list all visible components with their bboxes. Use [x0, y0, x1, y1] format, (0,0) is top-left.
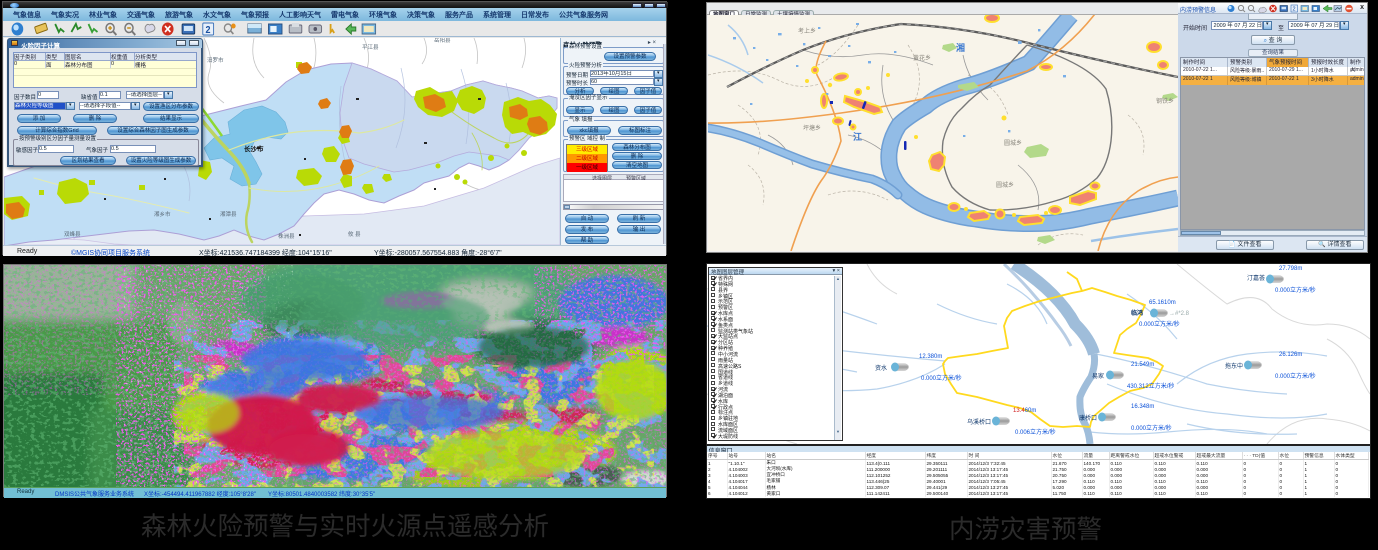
- svg-text:圆城乡: 圆城乡: [996, 182, 1014, 189]
- svg-text:坪塘乡: 坪塘乡: [803, 124, 821, 132]
- svg-text:0.000立方米/秒: 0.000立方米/秒: [921, 374, 962, 382]
- svg-text:长沙市: 长沙市: [244, 144, 264, 153]
- svg-text:汀嘉荟: 汀嘉荟: [1247, 274, 1265, 282]
- svg-text:汨罗市: 汨罗市: [207, 56, 224, 64]
- svg-text:65.1610m: 65.1610m: [1149, 300, 1176, 306]
- svg-text:0.000立方米/秒: 0.000立方米/秒: [1139, 320, 1180, 328]
- svg-text:16.348m: 16.348m: [1131, 404, 1154, 410]
- svg-text:乌溪桥口: 乌溪桥口: [967, 418, 991, 426]
- svg-text:平江县: 平江县: [362, 44, 379, 51]
- svg-text:拖东中: 拖东中: [1225, 362, 1243, 370]
- svg-text:0.000立方米/秒: 0.000立方米/秒: [1275, 372, 1316, 380]
- svg-text:康桥口: 康桥口: [1079, 414, 1097, 422]
- svg-text:2: 2: [1293, 7, 1296, 13]
- svg-text:0.000立方米/秒: 0.000立方米/秒: [1275, 286, 1316, 294]
- svg-text:湘乡市: 湘乡市: [154, 210, 171, 218]
- svg-text:攸 县: 攸 县: [348, 230, 361, 238]
- svg-text:430.312立方米/秒: 430.312立方米/秒: [1127, 382, 1174, 390]
- svg-text:26.126m: 26.126m: [1279, 352, 1302, 358]
- svg-text:钢铁乡: 钢铁乡: [1156, 97, 1174, 105]
- svg-text:双峰县: 双峰县: [64, 230, 81, 238]
- svg-text:黄花乡: 黄花乡: [913, 54, 931, 62]
- svg-text:湘: 湘: [956, 42, 965, 53]
- svg-text:0.000立方米/秒: 0.000立方米/秒: [1131, 424, 1172, 432]
- svg-text:21.549m: 21.549m: [1131, 362, 1154, 368]
- svg-text:湘潭县: 湘潭县: [220, 210, 237, 218]
- svg-text:12.380m: 12.380m: [919, 354, 942, 360]
- svg-text:27.798m: 27.798m: [1279, 266, 1302, 272]
- svg-text:圆城乡: 圆城乡: [1004, 140, 1022, 147]
- svg-text:临鸿: 临鸿: [1131, 309, 1143, 317]
- svg-text:岳阳县: 岳阳县: [434, 38, 451, 44]
- svg-text:江: 江: [853, 131, 862, 142]
- svg-text:易家: 易家: [1092, 372, 1104, 380]
- svg-text:株洲县: 株洲县: [278, 232, 295, 240]
- svg-text:2: 2: [206, 25, 211, 37]
- svg-text:资水: 资水: [875, 364, 887, 372]
- svg-text:0.006立方米/秒: 0.006立方米/秒: [1015, 428, 1056, 436]
- svg-text:13.460m: 13.460m: [1013, 408, 1036, 414]
- svg-text:→#*2.8: →#*2.8: [1169, 311, 1190, 317]
- svg-text:考上乡: 考上乡: [798, 27, 816, 35]
